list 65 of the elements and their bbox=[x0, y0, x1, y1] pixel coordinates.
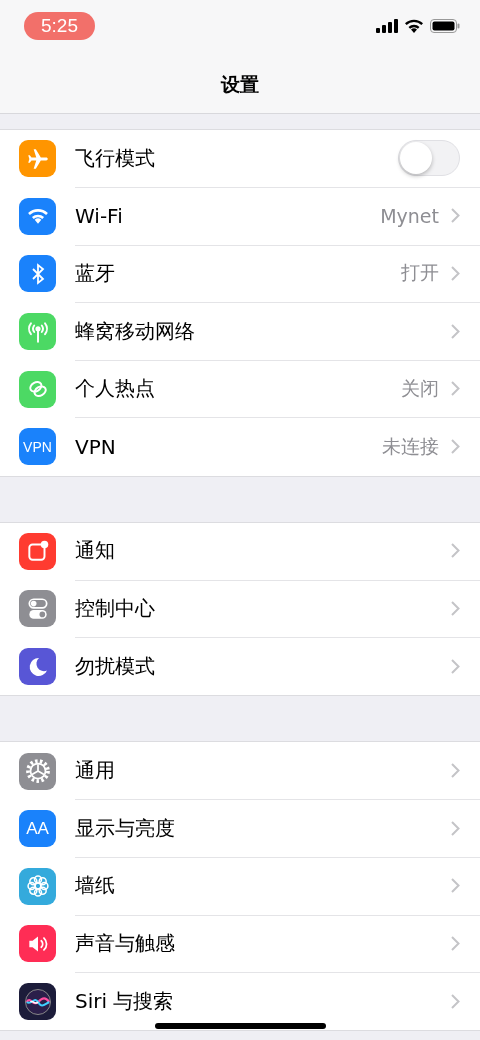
wifi-icon bbox=[404, 19, 424, 33]
chevron-icon bbox=[451, 439, 460, 455]
row-label: 通知 bbox=[75, 537, 115, 565]
switches-icon bbox=[19, 590, 56, 628]
notification-icon bbox=[19, 532, 56, 570]
settings-row[interactable]: 声音与触感 bbox=[0, 915, 480, 973]
row-value: 未连接 bbox=[382, 433, 439, 459]
row-label: 声音与触感 bbox=[75, 929, 175, 957]
settings-row[interactable]: 飞行模式 bbox=[0, 130, 480, 188]
settings-row[interactable]: 蓝牙 打开 bbox=[0, 245, 480, 303]
row-label: 墙纸 bbox=[75, 872, 115, 900]
vpn-icon: VPN bbox=[19, 428, 56, 466]
row-label: 显示与亮度 bbox=[75, 814, 175, 842]
chevron-icon bbox=[451, 600, 460, 616]
chevron-icon bbox=[451, 878, 460, 894]
row-label: 个人热点 bbox=[75, 375, 155, 403]
row-label: 勿扰模式 bbox=[75, 653, 155, 681]
chevron-icon bbox=[451, 266, 460, 281]
settings-row[interactable]: 墙纸 bbox=[0, 857, 480, 916]
settings-row[interactable]: AA 显示与亮度 bbox=[0, 799, 480, 858]
airplane-icon bbox=[19, 140, 56, 178]
bluetooth-icon bbox=[19, 255, 56, 293]
status-time: 5:25 bbox=[24, 12, 95, 40]
settings-icon bbox=[19, 752, 56, 790]
row-label: 蜂窝移动网络 bbox=[75, 317, 195, 345]
chevron-icon bbox=[451, 543, 460, 559]
toggle-switch[interactable] bbox=[398, 140, 460, 177]
row-label: 蓝牙 bbox=[75, 260, 115, 287]
row-label: 飞行模式 bbox=[75, 144, 155, 172]
nav-title: 设置 bbox=[219, 72, 260, 97]
settings-row[interactable]: VPN VPN 未连接 bbox=[0, 417, 480, 476]
siri-icon bbox=[19, 983, 56, 1020]
settings-row[interactable]: Wi-Fi Mynet bbox=[0, 187, 480, 246]
settings-row[interactable]: 勿扰模式 bbox=[0, 637, 480, 696]
row-value: 打开 bbox=[401, 260, 439, 286]
chevron-icon bbox=[451, 994, 460, 1009]
row-label: Siri 与搜索 bbox=[75, 988, 174, 1015]
chevron-icon bbox=[451, 659, 460, 675]
signal-icon bbox=[376, 19, 398, 33]
settings-row[interactable]: Siri 与搜索 bbox=[0, 972, 480, 1031]
antenna-icon bbox=[19, 313, 56, 351]
row-label: 通用 bbox=[75, 757, 115, 785]
settings-row[interactable]: 通知 bbox=[0, 522, 480, 581]
row-value: Mynet bbox=[380, 204, 439, 227]
settings-row[interactable]: 通用 bbox=[0, 742, 480, 800]
battery-icon bbox=[430, 19, 460, 33]
row-label: Wi-Fi bbox=[75, 203, 123, 228]
chevron-icon bbox=[451, 763, 460, 779]
chain-link-icon bbox=[19, 370, 56, 408]
row-label: VPN bbox=[75, 434, 116, 459]
flower-icon bbox=[19, 867, 56, 905]
text-size-icon: AA bbox=[19, 810, 56, 848]
settings-row[interactable]: 蜂窝移动网络 bbox=[0, 302, 480, 361]
speaker-icon bbox=[19, 925, 56, 963]
moon-icon bbox=[19, 648, 56, 686]
chevron-icon bbox=[451, 323, 460, 339]
row-value: 关闭 bbox=[401, 375, 439, 401]
settings-row[interactable]: 控制中心 bbox=[0, 580, 480, 638]
chevron-icon bbox=[451, 381, 460, 397]
row-label: 控制中心 bbox=[75, 594, 155, 622]
chevron-icon bbox=[451, 820, 460, 836]
chevron-icon bbox=[451, 935, 460, 951]
settings-row[interactable]: 个人热点 关闭 bbox=[0, 360, 480, 418]
chevron-icon bbox=[451, 208, 460, 224]
wifi-icon bbox=[19, 197, 56, 235]
